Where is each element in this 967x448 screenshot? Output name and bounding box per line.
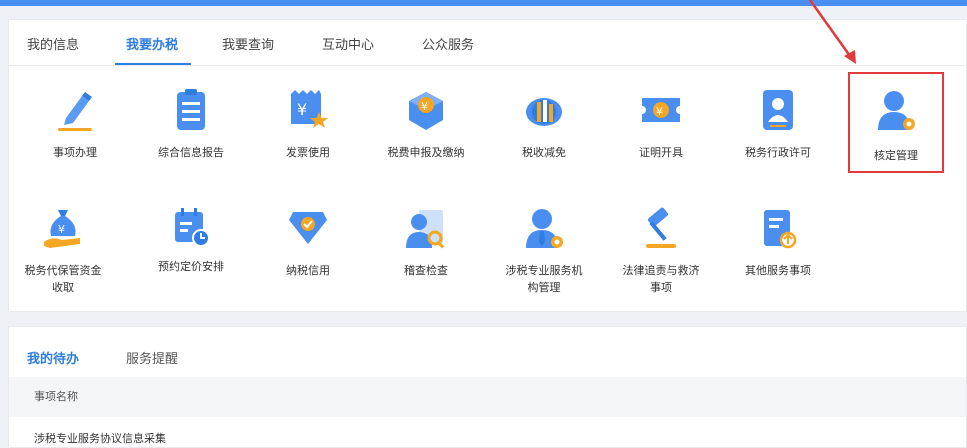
tab-service-reminder[interactable]: 服务提醒: [126, 348, 178, 367]
service-item-inspection[interactable]: 稽查检查: [366, 206, 486, 286]
service-item-legal-remedy[interactable]: 法律追责与救济 事项: [601, 206, 721, 296]
service-item-other-services[interactable]: 其他服务事项: [718, 206, 838, 286]
service-label: 涉税专业服务机 构管理: [505, 264, 583, 294]
tab-query[interactable]: 我要查询: [222, 34, 274, 53]
service-item-admin-license[interactable]: 税务行政许可: [718, 88, 838, 168]
todo-panel: 我的待办 服务提醒 事项名称 涉税专业服务协议信息采集: [8, 326, 967, 448]
tab-my-info[interactable]: 我的信息: [27, 34, 79, 53]
tax-box-icon: ¥: [409, 92, 443, 130]
other-doc-icon: [764, 210, 797, 249]
service-label: 证明开具: [639, 146, 683, 159]
agency-icon: [526, 209, 563, 248]
service-label: 综合信息报告: [158, 146, 224, 159]
service-item-assessment-management[interactable]: 核定管理: [836, 88, 956, 168]
service-label: 预约定价安排: [158, 260, 224, 273]
tab-my-todo[interactable]: 我的待办: [27, 348, 79, 367]
service-item-pricing-arrangement[interactable]: 预约定价安排: [131, 206, 251, 286]
invoice-icon: ¥: [291, 90, 328, 128]
service-item-agency-management[interactable]: 涉税专业服务机 构管理: [484, 206, 604, 296]
service-label: 税务行政许可: [745, 146, 811, 159]
service-item-matter-handling[interactable]: 事项办理: [15, 88, 135, 168]
svg-text:¥: ¥: [58, 223, 65, 236]
user-gear-icon: [878, 91, 915, 130]
tab-interaction[interactable]: 互动中心: [322, 34, 374, 53]
service-item-tax-declare-pay[interactable]: ¥ 税费申报及缴纳: [366, 88, 486, 168]
service-label: 核定管理: [874, 149, 918, 162]
service-label: 其他服务事项: [745, 264, 811, 277]
service-label: 税收减免: [522, 146, 566, 159]
ticket-icon: ¥: [642, 98, 680, 122]
service-label: 发票使用: [286, 146, 330, 159]
service-item-certificate[interactable]: ¥ 证明开具: [601, 88, 721, 168]
service-item-tax-relief[interactable]: 税收减免: [484, 88, 604, 168]
credit-icon: [289, 212, 327, 244]
money-bag-icon: ¥: [44, 210, 80, 248]
service-item-invoice[interactable]: ¥ 发票使用: [248, 88, 368, 168]
svg-text:¥: ¥: [421, 100, 428, 113]
service-item-fund-custody[interactable]: ¥ 税务代保管资金 收取: [3, 206, 123, 296]
active-tab-indicator: [115, 63, 191, 65]
inspect-icon: [406, 210, 445, 249]
svg-text:¥: ¥: [656, 105, 663, 118]
table-row[interactable]: 涉税专业服务协议信息采集: [34, 430, 166, 446]
table-header: 事项名称: [9, 377, 966, 417]
pen-icon: [58, 92, 92, 131]
service-label: 法律追责与救济 事项: [622, 264, 700, 294]
tab-public-service[interactable]: 公众服务: [422, 34, 474, 53]
service-label: 税费申报及缴纳: [387, 146, 465, 159]
service-label: 纳税信用: [286, 264, 330, 277]
service-label: 税务代保管资金 收取: [24, 264, 102, 294]
annotation-arrow-icon: [808, 0, 856, 64]
service-item-tax-credit[interactable]: 纳税信用: [248, 206, 368, 286]
report-icon: [177, 89, 205, 130]
service-label: 事项办理: [53, 146, 97, 159]
svg-text:¥: ¥: [297, 100, 307, 119]
service-item-info-report[interactable]: 综合信息报告: [131, 88, 251, 168]
calendar-icon: [175, 208, 210, 247]
service-label: 稽查检查: [404, 264, 448, 277]
gavel-icon: [646, 207, 676, 248]
coins-icon: [526, 98, 562, 126]
license-icon: [763, 90, 793, 130]
tab-tax-handling[interactable]: 我要办税: [126, 34, 178, 53]
